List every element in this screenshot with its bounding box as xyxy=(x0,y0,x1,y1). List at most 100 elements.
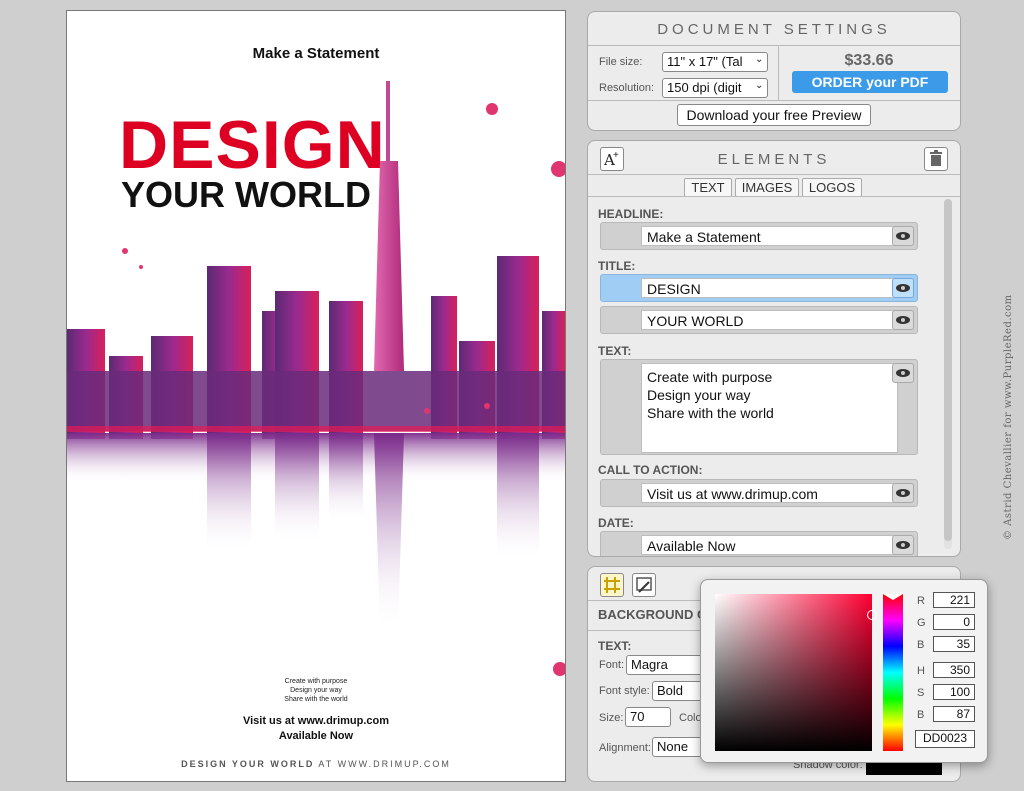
title-row-1[interactable]: DESIGN xyxy=(600,274,918,302)
brightness-input[interactable]: 87 xyxy=(933,706,975,722)
layout-grid-button[interactable] xyxy=(600,573,624,597)
text-textarea[interactable]: Create with purpose Design your way Shar… xyxy=(641,363,898,453)
r-input[interactable]: 221 xyxy=(933,592,975,608)
order-pdf-button[interactable]: ORDER your PDF xyxy=(792,71,948,93)
text-row[interactable]: Create with purpose Design your way Shar… xyxy=(600,359,918,455)
b-input[interactable]: 35 xyxy=(933,636,975,652)
color-label: Colo xyxy=(679,712,702,724)
resolution-value: 150 dpi (digit xyxy=(667,80,742,95)
download-preview-button[interactable]: Download your free Preview xyxy=(677,104,871,126)
eye-icon xyxy=(896,541,910,549)
g-input[interactable]: 0 xyxy=(933,614,975,630)
s-input[interactable]: 100 xyxy=(933,684,975,700)
text-label: TEXT: xyxy=(598,344,632,358)
resolution-select[interactable]: 150 dpi (digit xyxy=(662,78,768,98)
g-label: G xyxy=(917,617,926,629)
brightness-label: B xyxy=(917,709,925,721)
poster-text-block[interactable]: Create with purpose Design your way Shar… xyxy=(67,677,565,704)
visibility-toggle[interactable] xyxy=(892,278,914,298)
r-label: R xyxy=(917,595,925,607)
background-color-label: BACKGROUND C xyxy=(598,607,707,622)
city-skyline-image[interactable] xyxy=(67,71,565,691)
text-line: Create with purpose xyxy=(647,369,773,385)
font-label: Font: xyxy=(599,659,625,671)
add-text-button[interactable]: A + xyxy=(600,147,624,171)
font-value: Magra xyxy=(631,657,668,672)
s-label: S xyxy=(917,687,925,699)
chevron-down-icon: ⌄ xyxy=(755,80,764,91)
trash-icon xyxy=(930,150,942,166)
poster-call-to-action[interactable]: Visit us at www.drimup.com xyxy=(67,715,565,727)
date-label: DATE: xyxy=(598,516,634,530)
poster-headline[interactable]: Make a Statement xyxy=(67,45,565,62)
size-value: 70 xyxy=(630,709,645,724)
title-label: TITLE: xyxy=(598,259,636,273)
tab-text[interactable]: TEXT xyxy=(684,178,732,197)
visibility-toggle[interactable] xyxy=(892,226,914,246)
tab-images[interactable]: IMAGES xyxy=(735,178,799,197)
document-settings-panel: DOCUMENT SETTINGS File size: 11" x 17" (… xyxy=(587,11,961,131)
hue-marker[interactable] xyxy=(883,594,903,600)
divider xyxy=(588,196,960,197)
visibility-toggle[interactable] xyxy=(892,483,914,503)
alignment-select[interactable]: None xyxy=(652,737,702,757)
copyright-text: © Astrid Chevallier for www.PurpleRed.co… xyxy=(1003,294,1014,540)
resolution-label: Resolution: xyxy=(599,82,655,94)
eye-icon xyxy=(896,369,910,377)
scrollbar-thumb[interactable] xyxy=(944,199,952,541)
poster-footer-strong: DESIGN YOUR WORLD xyxy=(181,759,315,769)
scrollbar[interactable] xyxy=(944,199,952,549)
eye-icon xyxy=(896,232,910,240)
text-line: Design your way xyxy=(647,387,751,403)
elements-title: ELEMENTS xyxy=(717,151,831,168)
saturation-brightness-area[interactable] xyxy=(715,594,872,751)
divider xyxy=(588,45,960,46)
divider xyxy=(588,174,960,175)
eye-icon xyxy=(896,284,910,292)
headline-input[interactable]: Make a Statement xyxy=(641,226,898,246)
color-picker-popup[interactable]: R 221 G 0 B 35 H 350 S 100 B 87 DD0023 xyxy=(700,579,988,763)
color-cursor[interactable] xyxy=(867,610,877,620)
poster-text-line: Share with the world xyxy=(284,696,348,703)
h-label: H xyxy=(917,665,925,677)
title-row-2[interactable]: YOUR WORLD xyxy=(600,306,918,334)
poster-canvas[interactable]: Make a Statement DESIGN YOUR WORLD Creat… xyxy=(66,10,566,782)
font-style-label: Font style: xyxy=(599,685,650,697)
add-text-icon: A+ xyxy=(603,150,619,169)
alignment-label: Alignment: xyxy=(599,742,651,754)
file-size-label: File size: xyxy=(599,56,643,68)
svg-text:+: + xyxy=(613,150,619,161)
date-input[interactable]: Available Now xyxy=(641,535,898,555)
visibility-toggle[interactable] xyxy=(892,310,914,330)
image-edit-icon xyxy=(636,577,652,593)
poster-footer-rest: AT WWW.DRIMUP.COM xyxy=(314,759,451,769)
poster-text-line: Create with purpose xyxy=(284,678,348,685)
text-line: Share with the world xyxy=(647,405,774,421)
tab-logos[interactable]: LOGOS xyxy=(802,178,862,197)
grid-icon xyxy=(604,577,620,593)
visibility-toggle[interactable] xyxy=(892,535,914,555)
file-size-value: 11" x 17" (Tal xyxy=(667,54,743,69)
poster-footer: DESIGN YOUR WORLD AT WWW.DRIMUP.COM xyxy=(67,759,565,769)
elements-panel: A + ELEMENTS TEXT IMAGES LOGOS HEADLINE: … xyxy=(587,140,961,557)
headline-row[interactable]: Make a Statement xyxy=(600,222,918,250)
hex-input[interactable]: DD0023 xyxy=(915,730,975,748)
cta-input[interactable]: Visit us at www.drimup.com xyxy=(641,483,898,503)
title-input-1[interactable]: DESIGN xyxy=(641,278,898,298)
h-input[interactable]: 350 xyxy=(933,662,975,678)
hue-slider[interactable] xyxy=(883,594,903,751)
delete-button[interactable] xyxy=(924,147,948,171)
poster-date[interactable]: Available Now xyxy=(67,730,565,742)
image-edit-button[interactable] xyxy=(632,573,656,597)
document-settings-title: DOCUMENT SETTINGS xyxy=(657,21,891,38)
file-size-select[interactable]: 11" x 17" (Tal xyxy=(662,52,768,72)
price-label: $33.66 xyxy=(844,52,894,69)
title-input-2[interactable]: YOUR WORLD xyxy=(641,310,898,330)
visibility-toggle[interactable] xyxy=(892,363,914,383)
eye-icon xyxy=(896,489,910,497)
chevron-down-icon: ⌄ xyxy=(755,54,764,65)
cta-row[interactable]: Visit us at www.drimup.com xyxy=(600,479,918,507)
date-row[interactable]: Available Now xyxy=(600,531,918,556)
size-input[interactable]: 70 xyxy=(625,707,671,727)
b-label: B xyxy=(917,639,925,651)
